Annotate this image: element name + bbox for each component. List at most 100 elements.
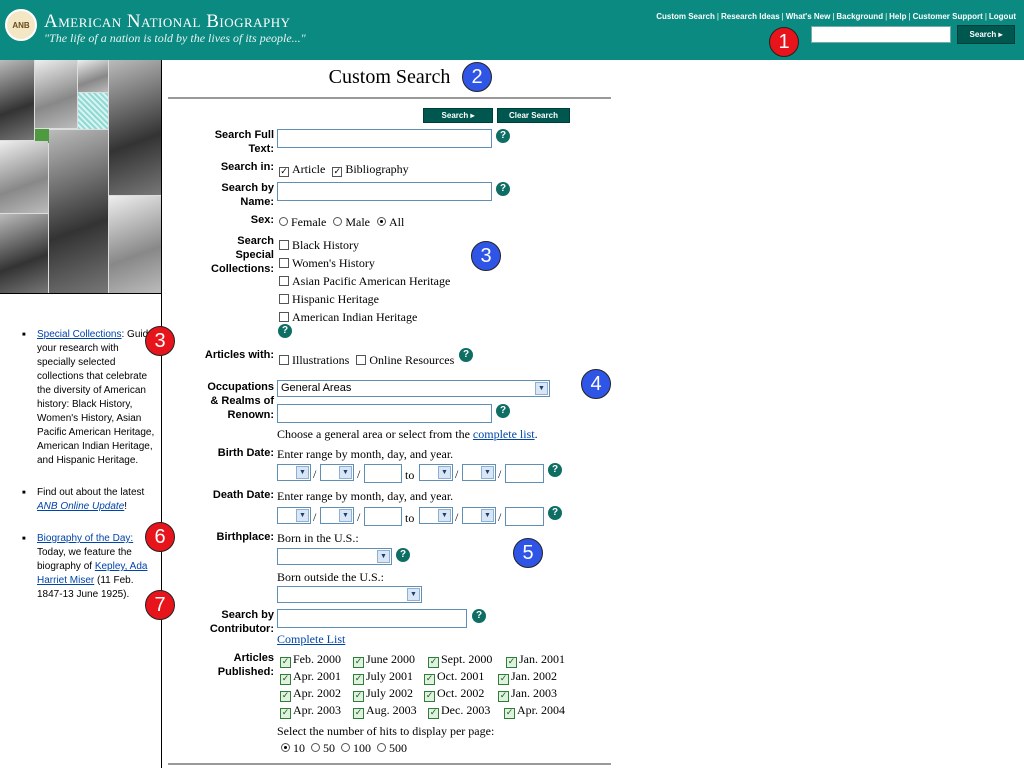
chevron-down-icon: ▼ xyxy=(481,509,494,522)
american-indian-checkbox[interactable] xyxy=(279,312,289,322)
womens-history-checkbox[interactable] xyxy=(279,258,289,268)
annotation-badge: 7 xyxy=(145,590,175,620)
help-icon[interactable]: ? xyxy=(472,609,486,623)
site-title[interactable]: American National Biography xyxy=(44,11,291,33)
birth-day-from-select[interactable]: ▼ xyxy=(320,464,354,481)
hispanic-heritage-checkbox[interactable] xyxy=(279,294,289,304)
help-icon[interactable]: ? xyxy=(496,404,510,418)
page-title: Custom Search xyxy=(328,66,451,88)
help-icon[interactable]: ? xyxy=(496,129,510,143)
death-day-to-select[interactable]: ▼ xyxy=(462,507,496,524)
death-day-from-select[interactable]: ▼ xyxy=(320,507,354,524)
birth-day-to-select[interactable]: ▼ xyxy=(462,464,496,481)
option-label: American Indian Heritage xyxy=(292,310,418,324)
nav-customer-support[interactable]: Customer Support xyxy=(913,12,983,21)
hits-10-radio[interactable] xyxy=(281,743,290,752)
black-history-checkbox[interactable] xyxy=(279,240,289,250)
article-checkbox[interactable]: ✓ xyxy=(279,167,289,177)
published-checkbox[interactable]: ✓ xyxy=(280,657,291,668)
occupations-label: Occupations & Realms of Renown: xyxy=(207,381,274,421)
born-us-select[interactable]: ▼ xyxy=(277,548,392,565)
published-checkbox[interactable]: ✓ xyxy=(506,657,517,668)
special-collections-link[interactable]: Special Collections xyxy=(37,329,122,340)
death-month-to-select[interactable]: ▼ xyxy=(419,507,453,524)
sidebar-text: ! xyxy=(124,501,128,512)
nav-help[interactable]: Help xyxy=(889,12,906,21)
published-checkbox[interactable]: ✓ xyxy=(424,674,435,685)
published-checkbox[interactable]: ✓ xyxy=(498,674,509,685)
help-icon[interactable]: ? xyxy=(278,324,292,338)
published-checkbox[interactable]: ✓ xyxy=(498,691,509,702)
quick-search-button[interactable]: Search ▸ xyxy=(957,25,1015,44)
help-icon[interactable]: ? xyxy=(548,463,562,477)
occupations-select[interactable]: General Areas ▼ xyxy=(277,380,550,397)
published-checkbox[interactable]: ✓ xyxy=(353,657,364,668)
published-checkbox[interactable]: ✓ xyxy=(280,674,291,685)
death-year-from-input[interactable] xyxy=(364,507,402,526)
illustrations-checkbox[interactable] xyxy=(279,355,289,365)
published-checkbox[interactable]: ✓ xyxy=(353,674,364,685)
birth-year-from-input[interactable] xyxy=(364,464,402,483)
help-icon[interactable]: ? xyxy=(548,506,562,520)
published-checkbox[interactable]: ✓ xyxy=(353,691,364,702)
contributor-input[interactable] xyxy=(277,609,467,628)
asian-pacific-checkbox[interactable] xyxy=(279,276,289,286)
published-checkbox[interactable]: ✓ xyxy=(280,691,291,702)
nav-logout[interactable]: Logout xyxy=(989,12,1016,21)
published-checkbox[interactable]: ✓ xyxy=(428,657,439,668)
published-checkbox[interactable]: ✓ xyxy=(280,708,291,719)
born-outside-select[interactable]: ▼ xyxy=(277,586,422,603)
complete-list-link[interactable]: complete list xyxy=(473,427,535,441)
published-checkbox[interactable]: ✓ xyxy=(424,691,435,702)
clear-search-button[interactable]: Clear Search xyxy=(497,108,570,123)
sex-options: Female Male All xyxy=(279,215,404,229)
help-icon[interactable]: ? xyxy=(396,548,410,562)
occupations-hint: Choose a general area or select from the… xyxy=(277,427,538,441)
bibliography-checkbox[interactable]: ✓ xyxy=(332,167,343,177)
nav-whats-new[interactable]: What's New xyxy=(786,12,831,21)
quick-search-input[interactable] xyxy=(811,26,951,43)
annotation-badge: 3 xyxy=(145,326,175,356)
help-icon[interactable]: ? xyxy=(459,348,473,362)
anb-online-update-link[interactable]: ANB Online Update xyxy=(37,501,124,512)
published-checkbox[interactable]: ✓ xyxy=(353,708,364,719)
contributor-label: Search by Contributor: xyxy=(209,609,274,635)
published-checkbox[interactable]: ✓ xyxy=(504,708,515,719)
biography-of-the-day-link[interactable]: Biography of the Day: xyxy=(37,533,133,544)
option-label: 100 xyxy=(353,741,371,755)
hits-100-radio[interactable] xyxy=(341,743,350,752)
contributor-complete-list-link[interactable]: Complete List xyxy=(277,632,345,646)
date-label: Jan. 2002 xyxy=(511,669,557,683)
birth-month-from-select[interactable]: ▼ xyxy=(277,464,311,481)
chevron-down-icon: ▼ xyxy=(339,466,352,479)
anb-seal-logo[interactable]: ANB xyxy=(5,9,37,41)
published-checkbox[interactable]: ✓ xyxy=(428,708,439,719)
online-resources-checkbox[interactable] xyxy=(356,355,367,365)
hits-50-radio[interactable] xyxy=(311,743,320,752)
search-button[interactable]: Search ▸ xyxy=(423,108,493,123)
birth-year-to-input[interactable] xyxy=(505,464,544,483)
name-input[interactable] xyxy=(277,182,492,201)
birth-month-to-select[interactable]: ▼ xyxy=(419,464,453,481)
option-label: Illustrations xyxy=(292,353,350,367)
death-year-to-input[interactable] xyxy=(505,507,544,526)
occupation-input[interactable] xyxy=(277,404,492,423)
female-radio[interactable] xyxy=(279,217,288,226)
death-month-from-select[interactable]: ▼ xyxy=(277,507,311,524)
full-text-label: Search Full Text: xyxy=(214,129,274,155)
nav-custom-search[interactable]: Custom Search xyxy=(656,12,715,21)
option-label: 50 xyxy=(323,741,335,755)
help-icon[interactable]: ? xyxy=(496,182,510,196)
option-label: Bibliography xyxy=(345,162,409,176)
date-label: July 2001 xyxy=(366,669,414,683)
chevron-down-icon: ▼ xyxy=(377,550,390,563)
all-radio[interactable] xyxy=(376,217,386,226)
option-label: Male xyxy=(345,215,370,229)
option-label: Black History xyxy=(292,238,359,252)
nav-background[interactable]: Background xyxy=(836,12,883,21)
male-radio[interactable] xyxy=(333,217,343,226)
hits-500-radio[interactable] xyxy=(377,743,386,752)
full-text-input[interactable] xyxy=(277,129,492,148)
nav-research-ideas[interactable]: Research Ideas xyxy=(721,12,780,21)
date-label: Aug. 2003 xyxy=(366,703,417,717)
